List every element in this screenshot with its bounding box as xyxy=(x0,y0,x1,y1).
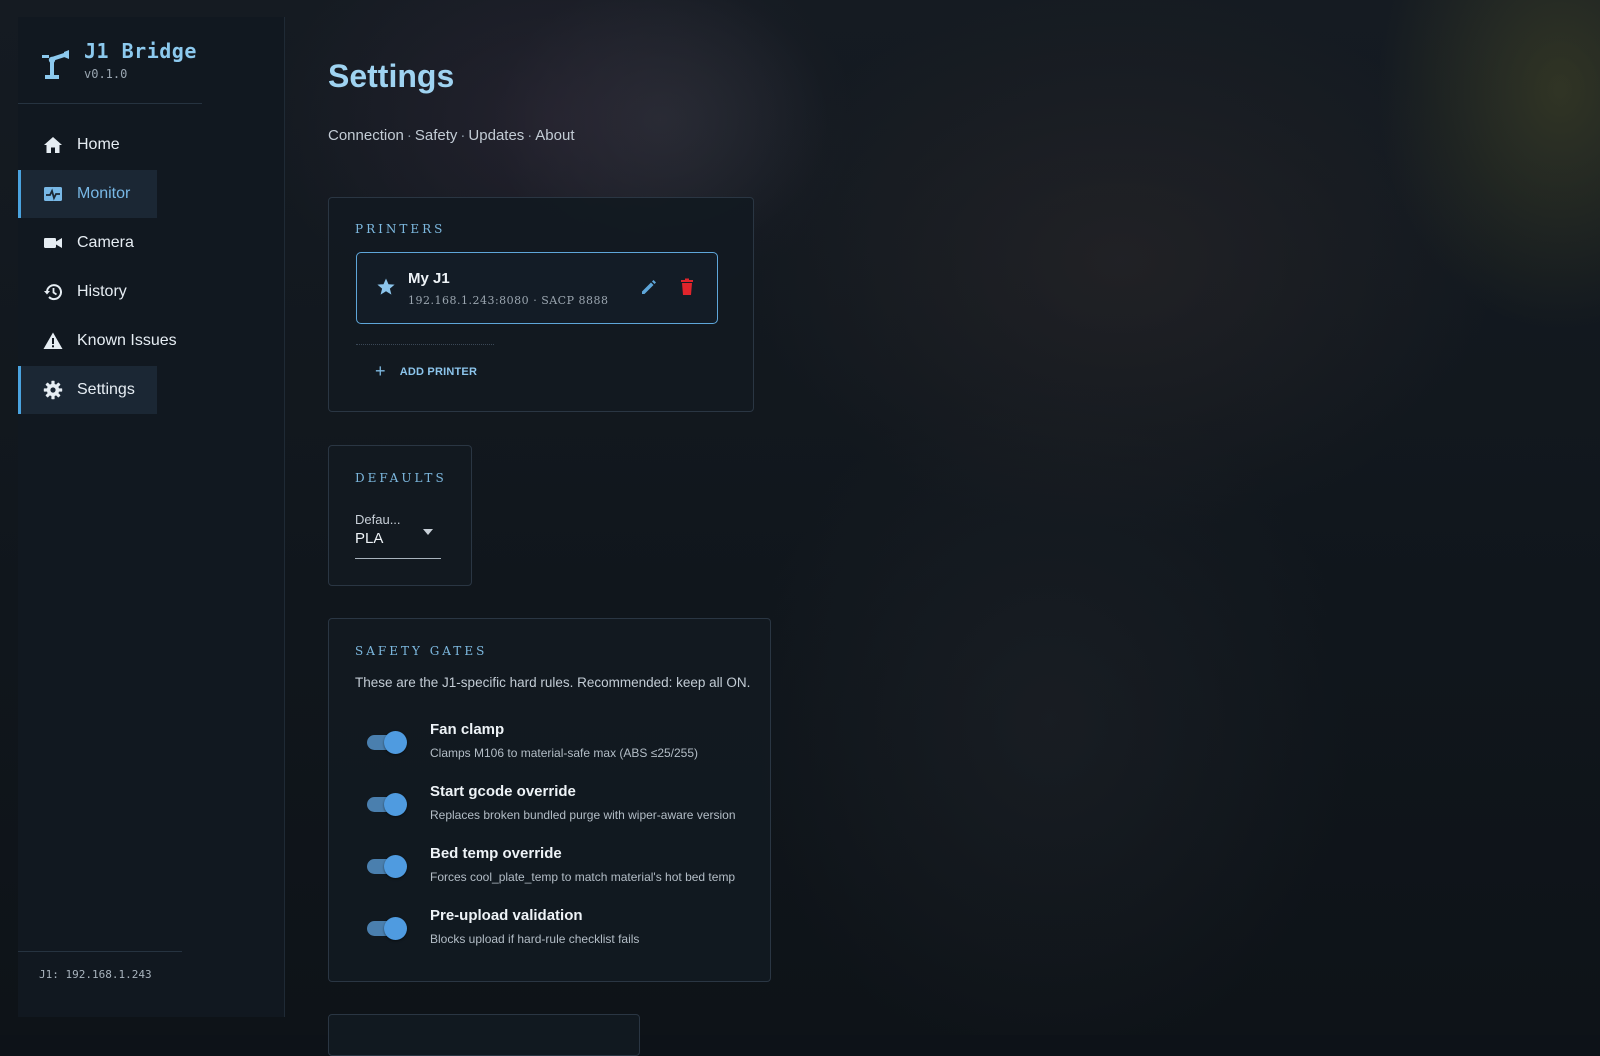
sidebar-item-settings[interactable]: Settings xyxy=(18,366,157,414)
link-about[interactable]: About xyxy=(535,127,574,144)
app-title: J1 Bridge xyxy=(84,39,197,63)
sidebar-item-monitor[interactable]: Monitor xyxy=(18,170,157,218)
star-icon[interactable] xyxy=(376,277,396,297)
link-safety[interactable]: Safety xyxy=(415,127,458,144)
divider xyxy=(18,951,182,952)
toggle-knob xyxy=(384,793,407,816)
page-title: Settings xyxy=(328,58,455,94)
sidebar-item-known-issues[interactable]: Known Issues xyxy=(18,317,284,365)
warning-icon xyxy=(43,332,63,349)
toggle-knob xyxy=(384,731,407,754)
card-label: SAFETY GATES xyxy=(355,644,488,658)
gate-pre-upload-validation: Pre-upload validation Blocks upload if h… xyxy=(367,907,727,955)
gate-description: Clamps M106 to material-safe max (ABS ≤2… xyxy=(430,746,699,760)
gate-title: Fan clamp xyxy=(430,721,505,738)
safety-description: These are the J1-specific hard rules. Re… xyxy=(355,675,751,690)
gate-bed-temp-override: Bed temp override Forces cool_plate_temp… xyxy=(367,845,735,893)
plus-icon: + xyxy=(375,361,386,381)
gate-start-gcode-override: Start gcode override Replaces broken bun… xyxy=(367,783,736,831)
home-icon xyxy=(44,137,62,153)
link-separator: · xyxy=(527,127,533,144)
divider xyxy=(18,103,202,104)
printer-item[interactable]: My J1 192.168.1.243:8080 · SACP 8888 xyxy=(356,252,718,324)
meta-separator: · xyxy=(533,294,538,307)
edit-icon[interactable] xyxy=(640,278,658,296)
app-version: v0.1.0 xyxy=(84,67,128,81)
divider xyxy=(356,344,494,345)
safety-gates-card: SAFETY GATES These are the J1-specific h… xyxy=(328,618,771,982)
sidebar-item-label: Home xyxy=(77,136,120,153)
toggle-knob xyxy=(384,855,407,878)
fan-clamp-toggle[interactable] xyxy=(367,731,407,754)
sidebar: J1 Bridge v0.1.0 Home Monitor Camera His… xyxy=(18,17,285,1017)
gate-description: Replaces broken bundled purge with wiper… xyxy=(430,808,736,822)
toggle-knob xyxy=(384,917,407,940)
chevron-down-icon xyxy=(423,529,433,535)
link-updates[interactable]: Updates xyxy=(468,127,524,144)
defaults-card: DEFAULTS Defau... PLA xyxy=(328,445,472,586)
delete-icon[interactable] xyxy=(679,278,695,296)
link-separator: · xyxy=(406,127,412,144)
card-label: PRINTERS xyxy=(355,222,446,236)
gate-description: Forces cool_plate_temp to match material… xyxy=(430,870,736,884)
select-label: Defau... xyxy=(355,512,401,527)
gate-fan-clamp: Fan clamp Clamps M106 to material-safe m… xyxy=(367,721,727,769)
connection-status: J1: 192.168.1.243 xyxy=(39,968,152,981)
sidebar-item-home[interactable]: Home xyxy=(18,121,284,169)
pre-upload-validation-toggle[interactable] xyxy=(367,917,407,940)
gate-title: Start gcode override xyxy=(430,783,576,800)
gear-icon xyxy=(43,380,63,400)
sidebar-item-label: Settings xyxy=(77,381,135,398)
printer-meta: 192.168.1.243:8080 · SACP 8888 xyxy=(408,294,608,307)
history-icon xyxy=(44,284,62,301)
printer-sacp: SACP 8888 xyxy=(541,294,609,307)
robot-arm-icon xyxy=(42,50,69,79)
card-label: DEFAULTS xyxy=(355,471,447,485)
printer-address: 192.168.1.243:8080 xyxy=(408,294,530,307)
gate-title: Pre-upload validation xyxy=(430,907,583,924)
sidebar-item-camera[interactable]: Camera xyxy=(18,219,284,267)
link-connection[interactable]: Connection xyxy=(328,127,404,144)
camera-icon xyxy=(44,238,62,248)
gate-title: Bed temp override xyxy=(430,845,562,862)
sidebar-item-label: History xyxy=(77,283,127,300)
printer-name: My J1 xyxy=(408,270,450,287)
brand: J1 Bridge v0.1.0 xyxy=(40,39,197,81)
sidebar-item-label: Known Issues xyxy=(77,332,177,349)
bed-temp-override-toggle[interactable] xyxy=(367,855,407,878)
sidebar-item-label: Camera xyxy=(77,234,134,251)
start-gcode-override-toggle[interactable] xyxy=(367,793,407,816)
section-links: Connection · Safety · Updates · About xyxy=(328,127,575,144)
add-printer-button[interactable]: + ADD PRINTER xyxy=(375,361,477,382)
gate-description: Blocks upload if hard-rule checklist fai… xyxy=(430,932,640,946)
nav: Home Monitor Camera History Known Issues… xyxy=(18,121,284,415)
default-material-select[interactable]: Defau... PLA xyxy=(355,512,441,559)
monitor-icon xyxy=(44,187,62,201)
sidebar-item-history[interactable]: History xyxy=(18,268,284,316)
next-card-edge xyxy=(328,1014,640,1056)
link-separator: · xyxy=(460,127,466,144)
sidebar-item-label: Monitor xyxy=(77,185,131,202)
add-printer-label: ADD PRINTER xyxy=(399,365,478,378)
printers-card: PRINTERS My J1 192.168.1.243:8080 · SACP… xyxy=(328,197,754,412)
